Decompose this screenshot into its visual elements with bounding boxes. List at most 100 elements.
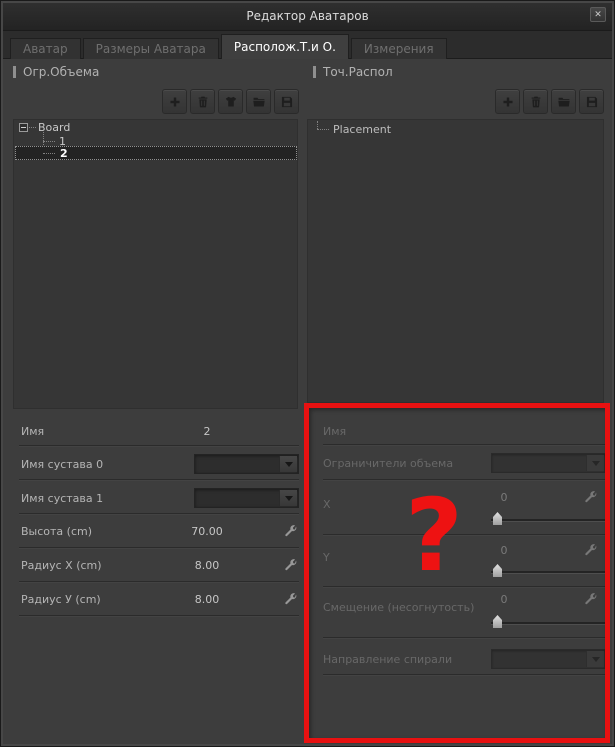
wrench-icon — [585, 491, 597, 503]
field-label: Радиус X (cm) — [21, 559, 102, 572]
radius-y-value[interactable]: 8.00 — [184, 593, 230, 606]
close-button[interactable]: ✕ — [590, 7, 606, 22]
trash-icon — [531, 96, 540, 107]
dropdown-arrow-button[interactable] — [586, 651, 604, 667]
wrench-icon — [285, 593, 297, 605]
chevron-down-icon — [591, 656, 600, 662]
tab-placement-points[interactable]: Располож.Т.и О. — [220, 34, 349, 59]
separator — [323, 444, 606, 445]
trash-icon — [198, 96, 207, 107]
tab-bar: Аватар Размеры Аватара Располож.Т.и О. И… — [3, 31, 612, 59]
garment-icon — [225, 96, 236, 106]
left-toolbar — [162, 89, 299, 114]
window-title: Редактор Аватаров — [246, 9, 369, 23]
separator — [19, 581, 299, 582]
tree-connector — [29, 127, 36, 128]
tree-item-2[interactable]: 2 — [60, 147, 68, 160]
offset-slider[interactable] — [491, 622, 605, 624]
x-slider-handle[interactable] — [493, 512, 502, 525]
header-accent-bar — [13, 66, 16, 78]
chevron-down-icon — [284, 495, 293, 501]
joint0-dropdown[interactable] — [194, 454, 299, 474]
field-label: Имя сустава 1 — [21, 492, 104, 505]
dropdown-arrow-button[interactable] — [279, 456, 297, 472]
right-toolbar — [495, 89, 604, 114]
tree-connector — [317, 129, 329, 130]
wrench-button[interactable] — [283, 592, 298, 607]
tab-measurements[interactable]: Измерения — [350, 38, 447, 59]
wrench-icon — [585, 544, 597, 556]
chevron-down-icon — [591, 460, 600, 466]
add-icon — [502, 96, 513, 107]
wrench-button[interactable] — [583, 490, 598, 505]
left-panel-title: Огр.Объема — [23, 65, 100, 79]
separator — [19, 445, 299, 446]
tab-avatar[interactable]: Аватар — [10, 38, 81, 59]
volume-tree[interactable]: Board 1 2 — [13, 119, 298, 409]
offset-slider-handle[interactable] — [493, 615, 502, 628]
wrench-button[interactable] — [283, 524, 298, 539]
right-panel-header: Точ.Распол — [313, 65, 393, 79]
garment-button[interactable] — [218, 89, 243, 114]
add-button[interactable] — [162, 89, 187, 114]
add-button[interactable] — [495, 89, 520, 114]
delete-button[interactable] — [190, 89, 215, 114]
field-label: Высота (cm) — [21, 525, 93, 538]
wrench-icon — [585, 593, 597, 605]
wrench-button[interactable] — [283, 558, 298, 573]
annotation-question-mark: ? — [404, 477, 463, 594]
dropdown-arrow-button[interactable] — [279, 490, 297, 506]
save-button[interactable] — [579, 89, 604, 114]
separator — [19, 547, 299, 548]
separator — [323, 674, 606, 675]
separator — [19, 513, 299, 514]
chevron-down-icon — [284, 461, 293, 467]
offset-value[interactable]: 0 — [489, 593, 519, 606]
radius-x-value[interactable]: 8.00 — [184, 559, 230, 572]
placement-list[interactable]: Placement — [307, 119, 604, 403]
tree-item-selected[interactable]: 2 — [15, 146, 297, 160]
left-panel-header: Огр.Объема — [13, 65, 99, 79]
tree-connector — [317, 121, 318, 129]
x-value[interactable]: 0 — [489, 491, 519, 504]
joint1-dropdown[interactable] — [194, 488, 299, 508]
tree-connector — [43, 141, 55, 142]
field-label: Направление спирали — [323, 653, 453, 666]
y-value[interactable]: 0 — [489, 544, 519, 557]
field-label: Смещение (несогнутость) — [323, 601, 475, 614]
wrench-button[interactable] — [583, 592, 598, 607]
open-button[interactable] — [246, 89, 271, 114]
open-folder-icon — [252, 97, 265, 107]
tab-avatar-sizes[interactable]: Размеры Аватара — [82, 38, 219, 59]
open-button[interactable] — [551, 89, 576, 114]
title-bar[interactable]: Редактор Аватаров ✕ — [3, 3, 612, 31]
save-icon — [586, 96, 597, 107]
spiral-direction-dropdown[interactable] — [491, 649, 606, 669]
field-label: Радиус У (cm) — [21, 593, 101, 606]
wrench-icon — [285, 559, 297, 571]
volume-limits-dropdown[interactable] — [491, 453, 606, 473]
y-slider[interactable] — [491, 571, 605, 573]
save-icon — [281, 96, 292, 107]
separator — [323, 637, 606, 638]
field-label: Ограничители объема — [323, 457, 454, 470]
wrench-button[interactable] — [583, 543, 598, 558]
list-item-placement[interactable]: Placement — [333, 123, 391, 136]
height-value[interactable]: 70.00 — [184, 525, 230, 538]
dropdown-arrow-button[interactable] — [586, 455, 604, 471]
avatar-editor-window: Редактор Аватаров ✕ Аватар Размеры Авата… — [0, 0, 615, 747]
x-slider[interactable] — [491, 519, 605, 521]
delete-button[interactable] — [523, 89, 548, 114]
separator — [323, 479, 606, 480]
close-icon: ✕ — [594, 10, 602, 20]
name-value[interactable]: 2 — [184, 425, 230, 438]
header-accent-bar — [313, 66, 316, 78]
field-label: Y — [323, 551, 330, 564]
y-slider-handle[interactable] — [493, 564, 502, 577]
field-label: Имя — [323, 425, 347, 438]
collapse-icon[interactable] — [19, 123, 28, 132]
wrench-icon — [285, 525, 297, 537]
separator — [19, 479, 299, 480]
save-button[interactable] — [274, 89, 299, 114]
field-label: Имя сустава 0 — [21, 458, 104, 471]
